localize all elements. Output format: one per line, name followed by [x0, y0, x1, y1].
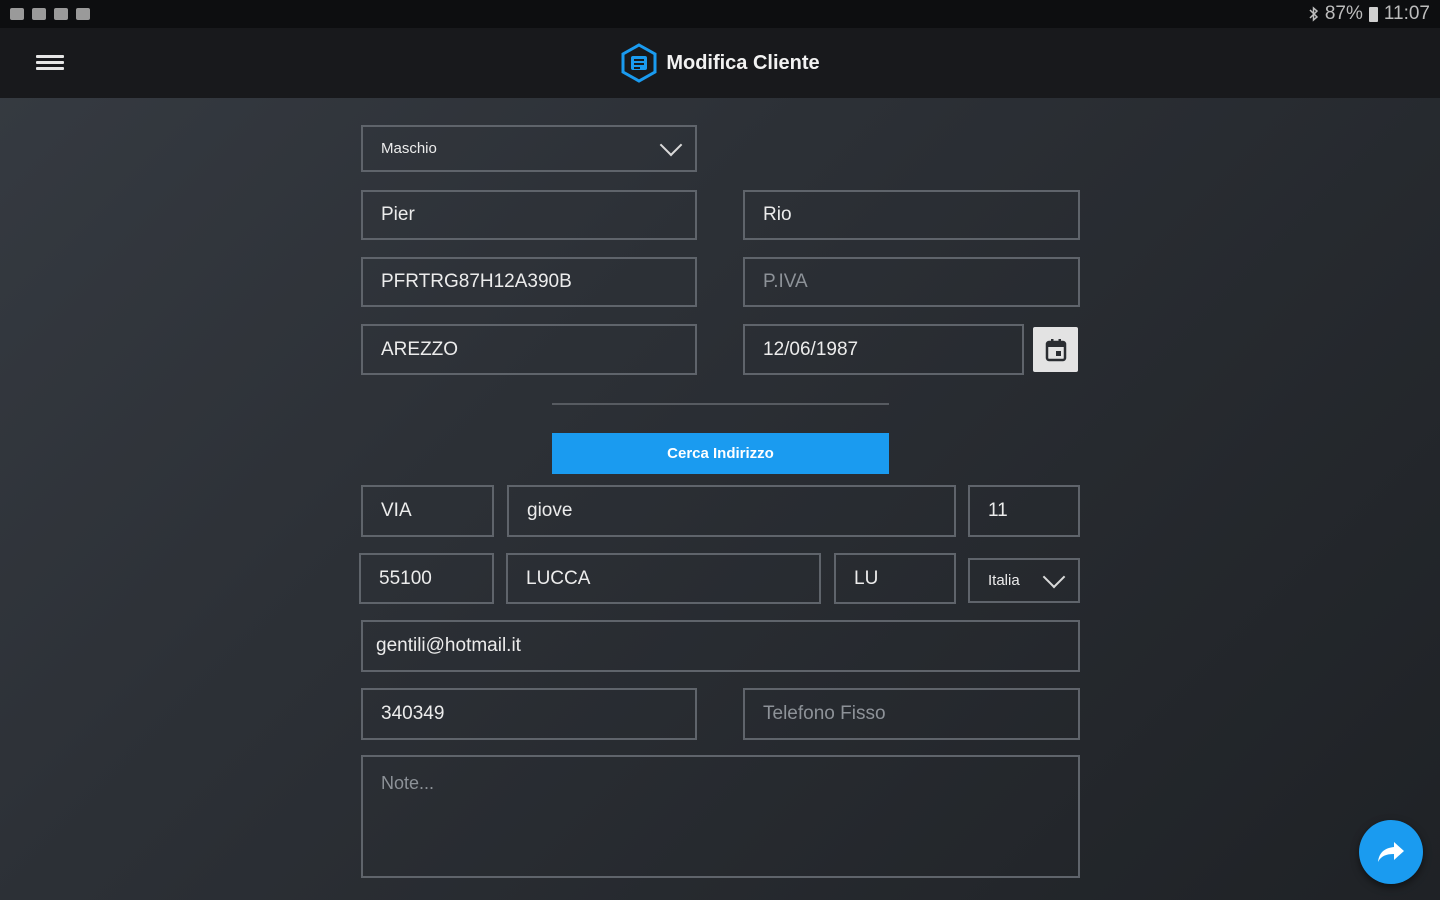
street-number-field[interactable]: 11	[968, 485, 1080, 537]
chevron-down-icon	[1042, 565, 1066, 588]
birth-place-field[interactable]: AREZZO	[361, 324, 697, 375]
cloud-icon	[54, 8, 68, 20]
last-name-field[interactable]: Rio	[743, 190, 1080, 240]
sim-icon	[10, 8, 24, 20]
app-logo-icon	[621, 43, 657, 83]
calendar-icon	[1045, 338, 1066, 361]
hamburger-icon	[36, 55, 64, 58]
gender-select[interactable]: Maschio	[361, 125, 697, 172]
android-icon	[76, 8, 90, 20]
battery-icon	[1368, 6, 1378, 22]
clock: 11:07	[1383, 3, 1430, 24]
search-address-button[interactable]: Cerca Indirizzo	[552, 433, 889, 474]
menu-button[interactable]	[36, 52, 64, 74]
divider	[552, 403, 889, 405]
notes-textarea[interactable]: Note...	[361, 755, 1080, 878]
email-field[interactable]: gentili@hotmail.it	[361, 620, 1080, 672]
street-type-field[interactable]: VIA	[361, 485, 494, 537]
page-title: Modifica Cliente	[666, 51, 820, 74]
street-name-field[interactable]: giove	[507, 485, 956, 537]
country-select[interactable]: Italia	[968, 558, 1080, 603]
share-icon	[1378, 842, 1404, 862]
birth-date-field[interactable]: 12/06/1987	[743, 324, 1024, 375]
province-field[interactable]: LU	[834, 553, 956, 604]
status-bar: 87% 11:07	[0, 0, 1440, 28]
first-name-field[interactable]: Pier	[361, 190, 697, 240]
city-field[interactable]: LUCCA	[506, 553, 821, 604]
cloud-icon	[32, 8, 46, 20]
landline-field[interactable]: Telefono Fisso	[743, 688, 1080, 740]
share-button[interactable]	[1359, 820, 1423, 884]
zip-field[interactable]: 55100	[359, 553, 494, 604]
calendar-button[interactable]	[1033, 327, 1078, 372]
battery-percent: 87%	[1324, 3, 1363, 24]
notification-icons	[10, 8, 90, 20]
vat-field[interactable]: P.IVA	[743, 257, 1080, 307]
gender-value: Maschio	[381, 140, 437, 157]
app-bar: Modifica Cliente	[0, 28, 1440, 98]
fiscal-code-field[interactable]: PFRTRG87H12A390B	[361, 257, 697, 307]
country-value: Italia	[988, 572, 1020, 589]
mobile-field[interactable]: 340349	[361, 688, 697, 740]
bluetooth-icon	[1309, 6, 1318, 22]
chevron-down-icon	[659, 133, 683, 156]
